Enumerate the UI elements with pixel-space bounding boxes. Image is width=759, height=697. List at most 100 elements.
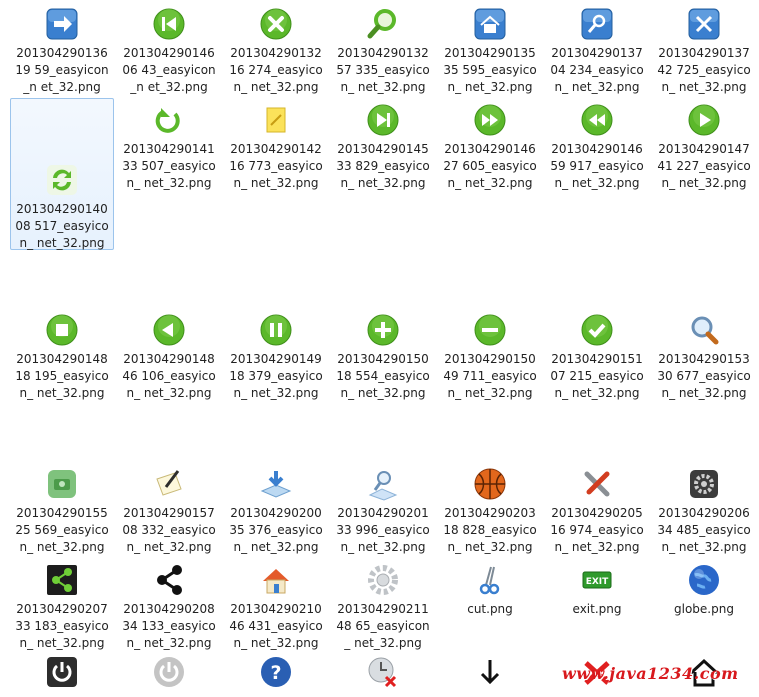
file-name-label: 20130429013257 335_easyicon_ net_32.png xyxy=(336,46,430,94)
file-name-label: 20130429015049 711_easyicon_ net_32.png xyxy=(443,352,537,400)
file-name-label: 20130429021046 431_easyicon_ net_32.png xyxy=(229,602,323,650)
file-item[interactable]: 20130429021148 65_easyicon_ net_32.png xyxy=(331,558,435,653)
file-item[interactable]: 20130429014008 517_easyicon_ net_32.png xyxy=(10,98,114,250)
file-item[interactable]: 20130429015330 677_easyicon_ net_32.png xyxy=(652,308,756,403)
file-name-label: 20130429015525 569_easyicon_ net_32.png xyxy=(15,506,109,554)
file-item[interactable]: EXIT exit.png xyxy=(545,558,649,619)
file-name-label: 20130429020733 183_easyicon_ net_32.png xyxy=(15,602,109,650)
file-item[interactable]: 20130429020133 996_easyicon_ net_32.png xyxy=(331,462,435,557)
exit-icon: EXIT xyxy=(582,571,612,589)
play-icon xyxy=(688,104,720,136)
reload-icon xyxy=(155,108,180,133)
file-name-label: 20130429013704 234_easyicon_ net_32.png xyxy=(550,46,644,94)
file-item[interactable]: globe.png xyxy=(652,558,756,619)
file-item[interactable]: 20130429020318 828_easyicon_ net_32.png xyxy=(438,462,542,557)
file-item[interactable] xyxy=(10,650,114,694)
file-item[interactable] xyxy=(438,650,542,694)
file-name-label: exit.png xyxy=(572,602,622,616)
file-item[interactable]: 20130429020634 485_easyicon_ net_32.png xyxy=(652,462,756,557)
file-name-label: 20130429020634 485_easyicon_ net_32.png xyxy=(657,506,751,554)
file-item[interactable]: 20130429021046 431_easyicon_ net_32.png xyxy=(224,558,328,653)
close-circle-icon xyxy=(260,8,292,40)
file-name-label: 20130429021148 65_easyicon_ net_32.png xyxy=(336,602,430,650)
file-name-label: 20130429014918 379_easyicon_ net_32.png xyxy=(229,352,323,400)
file-item[interactable]: 20130429014846 106_easyicon_ net_32.png xyxy=(117,308,221,403)
file-item[interactable]: 20130429020733 183_easyicon_ net_32.png xyxy=(10,558,114,653)
file-name-label: 20130429014533 829_easyicon_ net_32.png xyxy=(336,142,430,190)
fast-forward-icon xyxy=(474,104,506,136)
share-green-icon xyxy=(47,565,77,595)
file-name-label: 20130429015330 677_easyicon_ net_32.png xyxy=(657,352,751,400)
file-item[interactable]: 20130429014533 829_easyicon_ net_32.png xyxy=(331,98,435,193)
file-name-label: 20130429014846 106_easyicon_ net_32.png xyxy=(122,352,216,400)
power-light-icon xyxy=(154,657,184,687)
back-icon xyxy=(153,314,185,346)
file-item[interactable]: 20130429014627 605_easyicon_ net_32.png xyxy=(438,98,542,193)
file-item[interactable]: 20130429013704 234_easyicon_ net_32.png xyxy=(545,2,649,97)
share-icon xyxy=(157,565,182,595)
watermark-text: www.java1234.com xyxy=(562,664,739,683)
file-item[interactable]: 20130429015708 332_easyicon_ net_32.png xyxy=(117,462,221,557)
file-name-label: 20130429020318 828_easyicon_ net_32.png xyxy=(443,506,537,554)
file-name-label: 20130429014741 227_easyicon_ net_32.png xyxy=(657,142,751,190)
file-item[interactable]: 20130429015018 554_easyicon_ net_32.png xyxy=(331,308,435,403)
file-item[interactable]: 20130429014133 507_easyicon_ net_32.png xyxy=(117,98,221,193)
file-item[interactable]: 20130429014216 773_easyicon_ net_32.png xyxy=(224,98,328,193)
tools-tile-icon xyxy=(688,8,720,40)
file-name-label: 20130429020133 996_easyicon_ net_32.png xyxy=(336,506,430,554)
file-item[interactable]: 20130429014918 379_easyicon_ net_32.png xyxy=(224,308,328,403)
file-item[interactable]: 20130429020516 974_easyicon_ net_32.png xyxy=(545,462,649,557)
minus-icon xyxy=(474,314,506,346)
file-name-label: 20130429015708 332_easyicon_ net_32.png xyxy=(122,506,216,554)
file-name-label: 20130429014216 773_easyicon_ net_32.png xyxy=(229,142,323,190)
file-name-label: 20130429013742 725_easyicon_ net_32.png xyxy=(657,46,751,94)
file-item[interactable]: 20130429020035 376_easyicon_ net_32.png xyxy=(224,462,328,557)
file-name-label: 20130429020035 376_easyicon_ net_32.png xyxy=(229,506,323,554)
file-item[interactable]: 20130429013535 595_easyicon_ net_32.png xyxy=(438,2,542,97)
check-icon xyxy=(581,314,613,346)
zoom-icon xyxy=(691,316,719,345)
globe-icon xyxy=(689,565,719,595)
file-name-label: 20130429013619 59_easyicon_n et_32.png xyxy=(15,46,109,94)
file-item[interactable]: 20130429013216 274_easyicon_ net_32.png xyxy=(224,2,328,97)
arrow-right-icon xyxy=(46,8,78,40)
pencil-paper-icon xyxy=(156,470,182,496)
file-name-label: 20130429013535 595_easyicon_ net_32.png xyxy=(443,46,537,94)
file-item[interactable]: 20130429015107 215_easyicon_ net_32.png xyxy=(545,308,649,403)
refresh-icon xyxy=(47,165,77,195)
file-item[interactable]: 20130429013742 725_easyicon_ net_32.png xyxy=(652,2,756,97)
file-name-label: 20130429014606 43_easyicon_n et_32.png xyxy=(122,46,216,94)
file-item[interactable]: 20130429014741 227_easyicon_ net_32.png xyxy=(652,98,756,193)
file-name-label: globe.png xyxy=(674,602,734,616)
skip-forward-icon xyxy=(367,104,399,136)
note-icon xyxy=(266,107,286,133)
skip-back-icon xyxy=(153,8,185,40)
file-item[interactable] xyxy=(331,650,435,694)
file-item[interactable]: 20130429014818 195_easyicon_ net_32.png xyxy=(10,308,114,403)
file-item[interactable]: 20130429020834 133_easyicon_ net_32.png xyxy=(117,558,221,653)
search-tile-icon xyxy=(581,8,613,40)
file-item[interactable]: 20130429013619 59_easyicon_n et_32.png xyxy=(10,2,114,97)
file-name-label: 20130429014818 195_easyicon_ net_32.png xyxy=(15,352,109,400)
camera-icon xyxy=(48,470,76,498)
file-item[interactable]: ? xyxy=(224,650,328,694)
rewind-icon xyxy=(581,104,613,136)
file-item[interactable]: cut.png xyxy=(438,558,542,619)
search-page-icon xyxy=(368,471,398,501)
file-name-label: 20130429013216 274_easyicon_ net_32.png xyxy=(229,46,323,94)
plus-icon xyxy=(367,314,399,346)
file-grid: 20130429013619 59_easyicon_n et_32.png 20… xyxy=(0,0,759,697)
file-name-label: 20130429015018 554_easyicon_ net_32.png xyxy=(336,352,430,400)
arrow-down-icon xyxy=(480,660,500,685)
file-item[interactable]: 20130429013257 335_easyicon_ net_32.png xyxy=(331,2,435,97)
file-name-label: 20130429014008 517_easyicon_ net_32.png xyxy=(15,202,109,250)
download-tray-icon xyxy=(260,471,292,498)
file-name-label: 20130429014627 605_easyicon_ net_32.png xyxy=(443,142,537,190)
file-item[interactable] xyxy=(117,650,221,694)
file-item[interactable]: 20130429015049 711_easyicon_ net_32.png xyxy=(438,308,542,403)
file-item[interactable]: 20130429014659 917_easyicon_ net_32.png xyxy=(545,98,649,193)
file-item[interactable]: 20130429014606 43_easyicon_n et_32.png xyxy=(117,2,221,97)
file-name-label: 20130429014133 507_easyicon_ net_32.png xyxy=(122,142,216,190)
svg-text:EXIT: EXIT xyxy=(586,577,609,587)
file-item[interactable]: 20130429015525 569_easyicon_ net_32.png xyxy=(10,462,114,557)
